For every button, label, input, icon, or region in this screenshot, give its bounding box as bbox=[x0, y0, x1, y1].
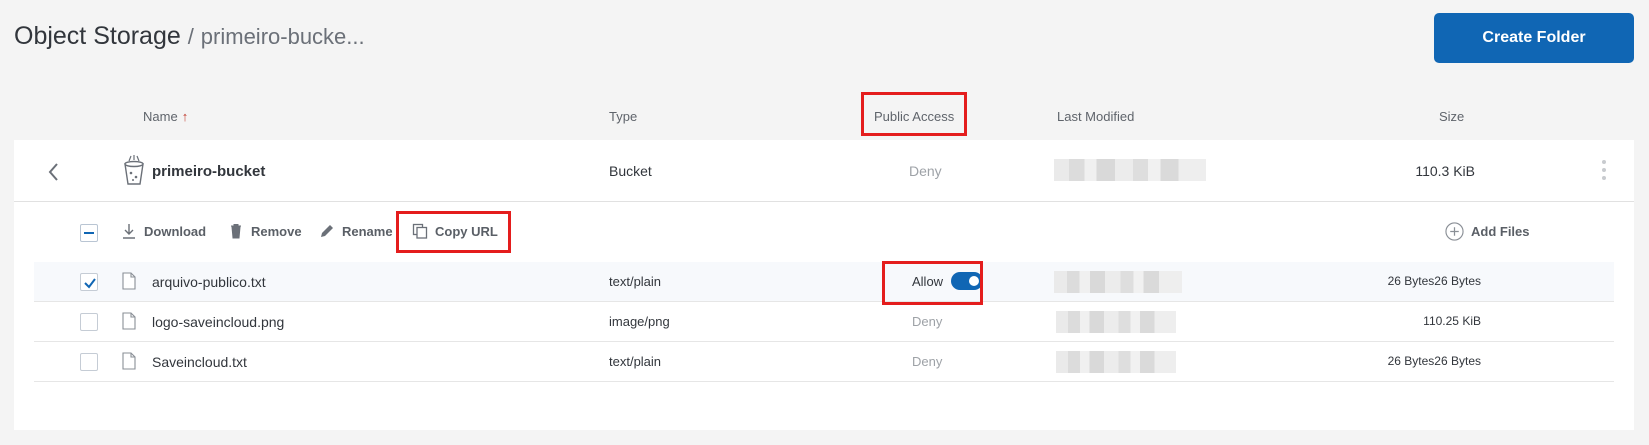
bucket-panel: primeiro-bucket Bucket Deny 110.3 KiB Do… bbox=[14, 140, 1634, 430]
row-checkbox[interactable] bbox=[80, 313, 98, 331]
column-header-type[interactable]: Type bbox=[609, 109, 637, 124]
file-type: image/png bbox=[609, 314, 670, 329]
download-icon bbox=[123, 224, 135, 239]
page-title: Object Storage / primeiro-bucke... bbox=[14, 22, 365, 51]
bucket-size: 110.3 KiB bbox=[1415, 163, 1475, 179]
file-last-modified-redacted bbox=[1056, 311, 1176, 333]
file-toolbar: Download Remove Rename Copy URL Add File… bbox=[14, 202, 1634, 258]
column-header-last-modified[interactable]: Last Modified bbox=[1057, 109, 1134, 124]
file-public-access: Deny bbox=[912, 314, 943, 329]
bucket-last-modified-redacted bbox=[1054, 159, 1206, 181]
bucket-icon bbox=[124, 155, 144, 185]
row-checkbox-checked[interactable] bbox=[80, 273, 98, 291]
file-size: 26 Bytes26 Bytes bbox=[1387, 354, 1481, 368]
download-button[interactable]: Download bbox=[121, 220, 206, 242]
bucket-type: Bucket bbox=[609, 163, 652, 179]
remove-button[interactable]: Remove bbox=[228, 220, 302, 242]
file-type: text/plain bbox=[609, 354, 662, 369]
file-size: 110.25 KiB bbox=[1423, 314, 1481, 328]
rename-label: Rename bbox=[342, 223, 393, 239]
select-all-checkbox[interactable] bbox=[80, 224, 98, 242]
bucket-public-access: Deny bbox=[909, 163, 942, 179]
file-last-modified-redacted bbox=[1056, 351, 1176, 373]
breadcrumb-bucket[interactable]: primeiro-bucke... bbox=[201, 24, 365, 49]
file-last-modified-redacted bbox=[1054, 271, 1182, 293]
add-circle-icon bbox=[1445, 221, 1464, 241]
create-folder-button[interactable]: Create Folder bbox=[1434, 13, 1634, 63]
pencil-icon bbox=[321, 225, 333, 237]
file-name[interactable]: logo-saveincloud.png bbox=[152, 314, 284, 330]
checkmark-icon bbox=[84, 278, 96, 289]
file-icon bbox=[122, 312, 136, 330]
page-title-text: Object Storage bbox=[14, 22, 181, 50]
file-icon bbox=[122, 352, 136, 370]
trash-icon bbox=[231, 224, 241, 239]
file-name[interactable]: arquivo-publico.txt bbox=[152, 274, 266, 290]
highlight-public-access-header bbox=[861, 92, 967, 136]
highlight-allow-toggle bbox=[882, 261, 983, 305]
remove-label: Remove bbox=[251, 223, 302, 239]
bucket-name[interactable]: primeiro-bucket bbox=[152, 163, 265, 180]
bucket-row[interactable]: primeiro-bucket Bucket Deny 110.3 KiB bbox=[14, 140, 1634, 202]
download-label: Download bbox=[144, 223, 207, 239]
add-files-label: Add Files bbox=[1471, 223, 1530, 239]
sort-ascending-icon: ↑ bbox=[181, 109, 189, 124]
file-name[interactable]: Saveincloud.txt bbox=[152, 354, 247, 370]
rename-button[interactable]: Rename bbox=[319, 220, 393, 242]
column-header-name-label: Name bbox=[143, 109, 178, 124]
add-files-button[interactable]: Add Files bbox=[1445, 220, 1530, 242]
highlight-copy-url-button bbox=[396, 211, 511, 253]
more-options-icon[interactable] bbox=[1599, 158, 1609, 184]
file-row[interactable]: Saveincloud.txt text/plain Deny 26 Bytes… bbox=[34, 342, 1614, 382]
file-row[interactable]: logo-saveincloud.png image/png Deny 110.… bbox=[34, 302, 1614, 342]
file-icon bbox=[122, 272, 136, 290]
back-chevron-icon[interactable] bbox=[46, 160, 62, 184]
breadcrumb-separator: / bbox=[187, 24, 194, 49]
column-header-name[interactable]: Name ↑ bbox=[143, 109, 188, 124]
file-public-access: Deny bbox=[912, 354, 943, 369]
file-size: 26 Bytes26 Bytes bbox=[1387, 274, 1481, 288]
file-row[interactable]: arquivo-publico.txt text/plain Allow 26 … bbox=[34, 262, 1614, 302]
column-header-size[interactable]: Size bbox=[1439, 109, 1464, 124]
row-checkbox[interactable] bbox=[80, 353, 98, 371]
file-type: text/plain bbox=[609, 274, 662, 289]
